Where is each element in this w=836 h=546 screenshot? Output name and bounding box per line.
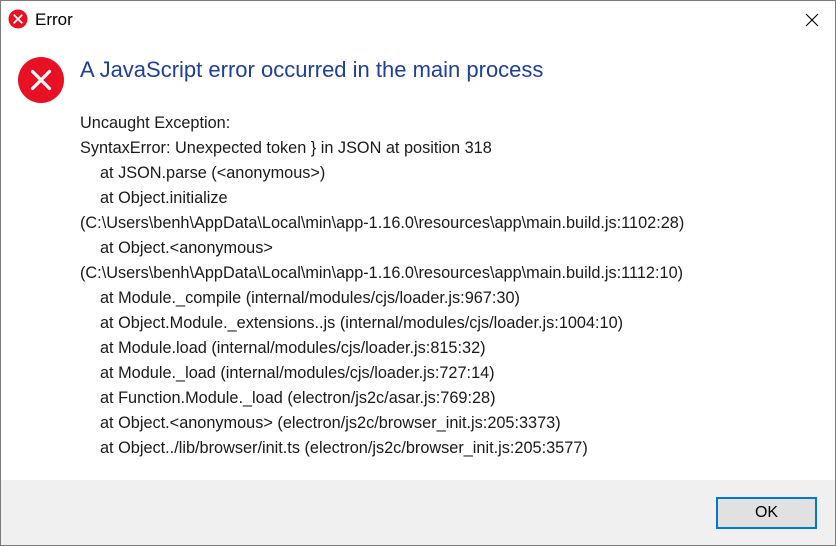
error-detail-line: at Object../lib/browser/init.ts (electro…: [100, 439, 588, 457]
error-detail-line: at Object.initialize: [100, 189, 228, 207]
error-detail-line: at Object.Module._extensions..js (intern…: [100, 314, 624, 332]
error-detail-line: (C:\Users\benh\AppData\Local\min\app-1.1…: [80, 264, 684, 282]
error-detail-line: at Module._compile (internal/modules/cjs…: [100, 289, 520, 307]
window-title: Error: [35, 10, 73, 29]
error-detail-line: at JSON.parse (<anonymous>): [100, 164, 326, 182]
dialog-content: A JavaScript error occurred in the main …: [1, 39, 835, 480]
error-icon: [18, 57, 64, 103]
error-detail-line: SyntaxError: Unexpected token } in JSON …: [80, 139, 492, 157]
close-button[interactable]: [789, 1, 835, 39]
error-detail-line: at Module.load (internal/modules/cjs/loa…: [100, 339, 486, 357]
error-detail-line: at Object.<anonymous>: [100, 239, 273, 257]
error-detail-line: at Object.<anonymous> (electron/js2c/bro…: [100, 414, 561, 432]
error-dialog: Error A JavaScript error occurred in the…: [0, 0, 836, 546]
error-detail-line: at Module._load (internal/modules/cjs/lo…: [100, 364, 495, 382]
ok-button[interactable]: OK: [716, 497, 817, 529]
error-detail-line: (C:\Users\benh\AppData\Local\min\app-1.1…: [80, 214, 685, 232]
error-details: Uncaught Exception: SyntaxError: Unexpect…: [80, 111, 820, 461]
error-detail-line: at Function.Module._load (electron/js2c/…: [100, 389, 496, 407]
error-detail-line: Uncaught Exception:: [80, 114, 231, 132]
error-icon: [8, 9, 28, 29]
error-heading: A JavaScript error occurred in the main …: [80, 57, 544, 82]
title-bar[interactable]: Error: [1, 1, 835, 39]
button-bar: OK: [1, 480, 835, 545]
close-icon: [805, 13, 819, 27]
